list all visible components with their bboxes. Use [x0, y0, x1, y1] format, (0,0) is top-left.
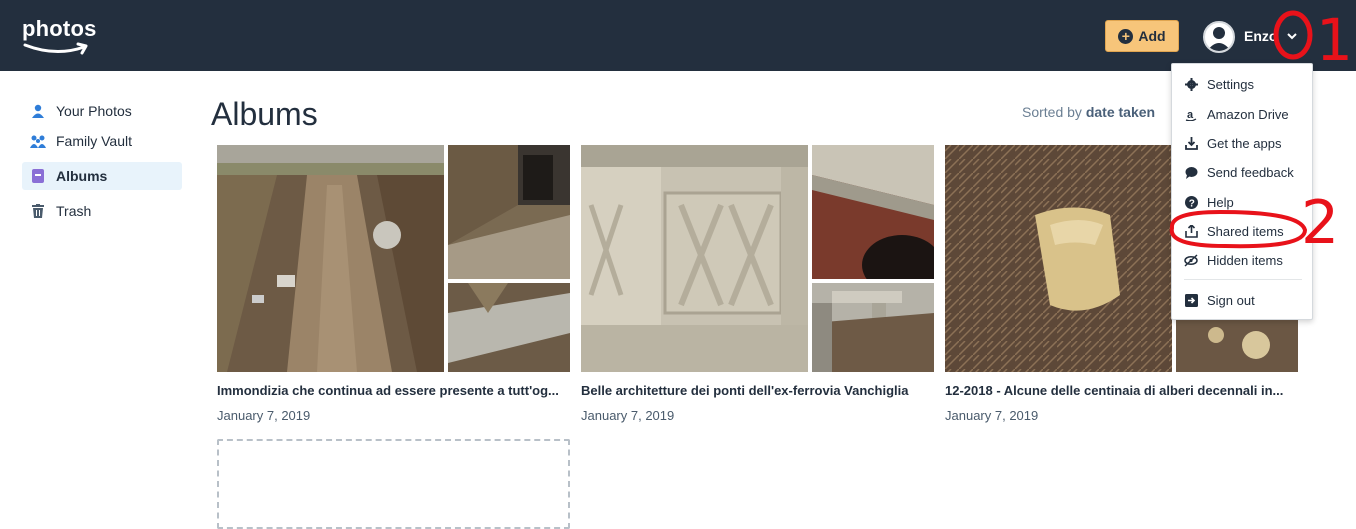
- sidebar-item-albums[interactable]: Albums: [22, 162, 182, 190]
- album-date: January 7, 2019: [217, 408, 311, 423]
- menu-item-shared-items[interactable]: Shared items: [1172, 218, 1314, 244]
- menu-item-amazon-drive[interactable]: a Amazon Drive: [1172, 101, 1314, 127]
- sign-out-icon: [1184, 293, 1198, 307]
- menu-item-help[interactable]: ? Help: [1172, 189, 1314, 215]
- person-icon: [1207, 27, 1231, 51]
- menu-item-label: Amazon Drive: [1207, 106, 1289, 122]
- download-icon: [1184, 136, 1198, 150]
- trash-icon: [30, 203, 46, 219]
- menu-item-label: Send feedback: [1207, 164, 1294, 180]
- menu-item-label: Settings: [1207, 76, 1254, 92]
- amazon-photos-logo[interactable]: photos: [22, 16, 97, 55]
- account-dropdown-menu: Settings a Amazon Drive Get the apps Sen…: [1171, 63, 1313, 320]
- sidebar-item-trash[interactable]: Trash: [22, 196, 182, 226]
- album-icon: [30, 168, 46, 184]
- album-title[interactable]: Belle architetture dei ponti dell'ex-fer…: [581, 383, 934, 398]
- smile-icon: [23, 42, 88, 55]
- album-photo: [448, 145, 570, 279]
- sidebar-item-label: Albums: [56, 168, 108, 184]
- svg-text:?: ?: [1188, 198, 1194, 209]
- album-title[interactable]: 12-2018 - Alcune delle centinaia di albe…: [945, 383, 1298, 398]
- sort-value: date taken: [1085, 104, 1156, 120]
- album-title[interactable]: Immondizia che continua ad essere presen…: [217, 383, 570, 398]
- sort-prefix: Sorted by: [1022, 104, 1082, 120]
- album-card[interactable]: Belle architetture dei ponti dell'ex-fer…: [581, 145, 934, 423]
- album-photo: [945, 145, 1172, 372]
- album-cover-grid[interactable]: [581, 145, 934, 372]
- menu-divider: [1184, 279, 1302, 280]
- top-bar: photos + Add Enzo: [0, 0, 1356, 71]
- album-photo: [217, 145, 444, 372]
- amazon-drive-icon: a: [1184, 107, 1198, 121]
- album-card[interactable]: Immondizia che continua ad essere presen…: [217, 145, 570, 423]
- page-title: Albums: [211, 96, 318, 132]
- album-date: January 7, 2019: [581, 408, 675, 423]
- user-name[interactable]: Enzo: [1244, 28, 1277, 44]
- person-icon: [30, 103, 46, 119]
- sidebar-item-label: Your Photos: [56, 103, 132, 119]
- eye-slash-icon: [1184, 253, 1198, 267]
- sort-dropdown[interactable]: Sorted by date taken: [1022, 104, 1155, 120]
- add-button-label: Add: [1138, 28, 1166, 44]
- sidebar-item-family-vault[interactable]: Family Vault: [22, 126, 182, 156]
- menu-item-settings[interactable]: Settings: [1172, 71, 1314, 97]
- album-cover-grid[interactable]: [217, 145, 570, 372]
- sidebar-item-label: Family Vault: [56, 133, 132, 149]
- menu-item-get-the-apps[interactable]: Get the apps: [1172, 130, 1314, 156]
- plus-circle-icon: +: [1118, 28, 1134, 44]
- sidebar-item-label: Trash: [56, 203, 92, 219]
- sidebar: Your Photos Family Vault Albums Trash: [22, 96, 182, 226]
- chevron-down-icon[interactable]: [1285, 29, 1299, 43]
- new-album-placeholder[interactable]: [217, 439, 570, 529]
- gear-icon: [1184, 77, 1198, 91]
- menu-item-label: Sign out: [1207, 292, 1255, 308]
- sidebar-item-your-photos[interactable]: Your Photos: [22, 96, 182, 126]
- album-photo: [448, 283, 570, 372]
- menu-item-label: Hidden items: [1207, 252, 1283, 268]
- add-button[interactable]: + Add: [1105, 20, 1179, 52]
- menu-item-label: Help: [1207, 194, 1234, 210]
- help-icon: ?: [1184, 195, 1198, 209]
- share-icon: [1184, 224, 1198, 238]
- menu-item-send-feedback[interactable]: Send feedback: [1172, 159, 1314, 185]
- logo-text: photos: [22, 16, 97, 41]
- svg-text:a: a: [1187, 109, 1194, 121]
- album-photo: [581, 145, 808, 372]
- album-photo: [812, 283, 934, 372]
- avatar[interactable]: [1203, 21, 1235, 53]
- family-icon: [30, 133, 46, 149]
- menu-item-hidden-items[interactable]: Hidden items: [1172, 247, 1314, 273]
- album-date: January 7, 2019: [945, 408, 1039, 423]
- chat-bubble-icon: [1184, 165, 1198, 179]
- menu-item-label: Shared items: [1207, 223, 1284, 239]
- album-photo: [812, 145, 934, 279]
- menu-item-label: Get the apps: [1207, 135, 1282, 151]
- menu-item-sign-out[interactable]: Sign out: [1172, 287, 1314, 313]
